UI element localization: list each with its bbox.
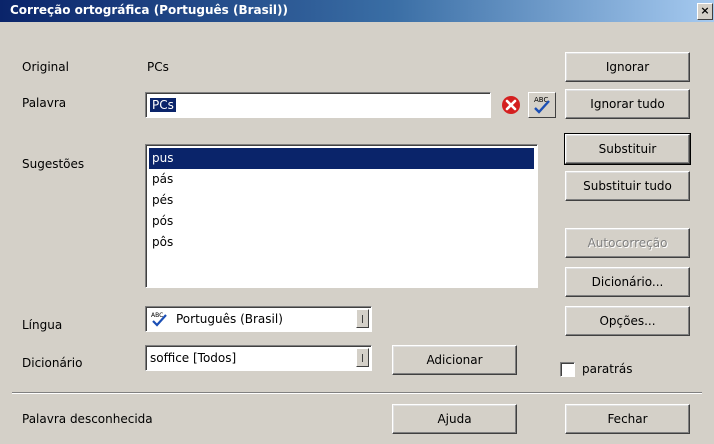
error-icon: [501, 95, 521, 115]
ignorar-button[interactable]: Ignorar: [565, 52, 690, 82]
dictionary-value: soffice [Todos]: [150, 351, 237, 365]
ignorar-tudo-label: Ignorar tudo: [590, 97, 665, 111]
separator: [12, 392, 702, 394]
spellcheck-icon[interactable]: ABC: [528, 92, 556, 118]
ajuda-label: Ajuda: [437, 412, 472, 426]
dictionary-select[interactable]: soffice [Todos]: [145, 345, 372, 371]
substituir-tudo-label: Substituir tudo: [583, 179, 672, 193]
paratras-label[interactable]: paratrás: [582, 362, 633, 376]
language-value: Português (Brasil): [176, 312, 283, 326]
dicionario-label: Dicionário: [22, 356, 83, 370]
language-spellcheck-icon: ABC: [150, 310, 172, 331]
fechar-label: Fechar: [607, 412, 648, 426]
suggestions-list[interactable]: pus pás pés pós pôs: [145, 144, 538, 288]
close-icon[interactable]: ×: [697, 3, 713, 20]
status-text: Palavra desconhecida: [22, 412, 153, 426]
opcoes-button[interactable]: Opções...: [565, 306, 690, 336]
palavra-label: Palavra: [22, 96, 67, 110]
opcoes-label: Opções...: [599, 314, 656, 328]
palavra-input[interactable]: PCs: [145, 92, 491, 118]
dicionario-label: Dicionário...: [591, 275, 664, 289]
fechar-button[interactable]: Fechar: [565, 404, 690, 434]
suggestion-item[interactable]: pás: [149, 169, 534, 190]
sugestoes-label: Sugestões: [22, 157, 85, 171]
suggestion-item[interactable]: pus: [149, 148, 534, 169]
title-bar[interactable]: Correção ortográfica (Português (Brasil)…: [0, 0, 714, 22]
palavra-selected-text: PCs: [150, 98, 176, 112]
autocorrecao-label: Autocorreção: [587, 236, 668, 250]
spellcheck-dialog: Correção ortográfica (Português (Brasil)…: [0, 0, 714, 444]
adicionar-label: Adicionar: [426, 353, 483, 367]
original-value: PCs: [147, 60, 169, 74]
suggestion-item[interactable]: pós: [149, 211, 534, 232]
svg-text:ABC: ABC: [151, 312, 163, 319]
substituir-tudo-button[interactable]: Substituir tudo: [565, 171, 690, 201]
suggestion-item[interactable]: pés: [149, 190, 534, 211]
language-dropdown-button[interactable]: [356, 309, 369, 328]
substituir-button[interactable]: Substituir: [564, 133, 691, 165]
suggestion-item[interactable]: pôs: [149, 232, 534, 253]
adicionar-button[interactable]: Adicionar: [392, 345, 517, 375]
lingua-label: Língua: [22, 318, 63, 332]
substituir-label: Substituir: [598, 142, 657, 156]
dialog-title: Correção ortográfica (Português (Brasil)…: [10, 3, 288, 17]
ajuda-button[interactable]: Ajuda: [392, 404, 517, 434]
original-label: Original: [22, 60, 69, 74]
paratras-checkbox[interactable]: [560, 362, 575, 377]
dictionary-dropdown-button[interactable]: [356, 348, 369, 367]
ignorar-label: Ignorar: [605, 60, 650, 74]
suggestions-items: pus pás pés pós pôs: [149, 148, 534, 253]
autocorrecao-button[interactable]: Autocorreção: [565, 228, 690, 258]
language-select[interactable]: ABC Português (Brasil): [145, 306, 372, 332]
ignorar-tudo-button[interactable]: Ignorar tudo: [565, 89, 690, 119]
dicionario-button[interactable]: Dicionário...: [565, 267, 690, 297]
